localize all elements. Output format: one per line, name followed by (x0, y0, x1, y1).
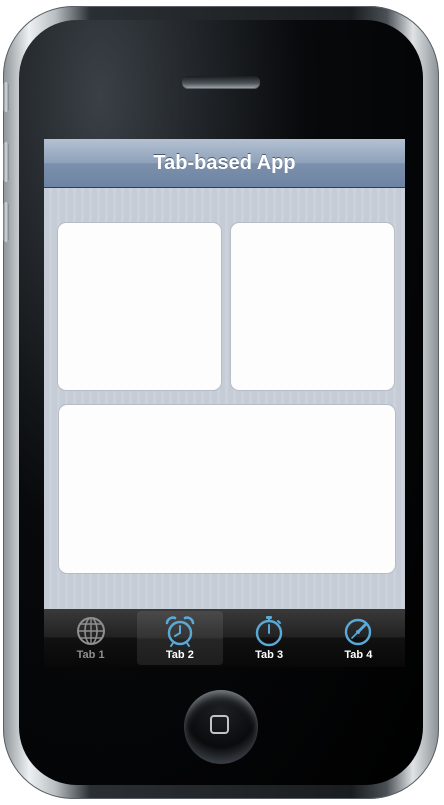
tab-bar: Tab 1 Tab 2 Tab 3 Tab 4 (44, 609, 405, 667)
nav-title: Tab-based App (153, 151, 296, 174)
earpiece-speaker (182, 76, 260, 88)
content-area (44, 188, 405, 609)
volume-down-button (3, 202, 9, 242)
tab-label: Tab 3 (255, 649, 284, 661)
panel-top-left (57, 222, 222, 391)
tab-4[interactable]: Tab 4 (316, 611, 401, 665)
navigation-bar: Tab-based App (44, 139, 405, 188)
tab-label: Tab 1 (76, 649, 105, 661)
panel-bottom-wide (58, 404, 396, 574)
panel-top-right (230, 222, 395, 391)
tab-1[interactable]: Tab 1 (48, 611, 133, 665)
tab-label: Tab 2 (165, 649, 194, 661)
tab-label: Tab 4 (344, 649, 373, 661)
timer-icon (345, 618, 372, 646)
tab-3[interactable]: Tab 3 (227, 611, 312, 665)
tab-2[interactable]: Tab 2 (137, 611, 223, 665)
home-square-icon (210, 715, 229, 734)
stopwatch-icon (255, 616, 283, 647)
home-button[interactable] (184, 690, 258, 764)
alarm-clock-icon (165, 616, 195, 647)
globe-icon (76, 617, 105, 645)
volume-up-button (3, 142, 9, 182)
mute-switch (3, 82, 9, 112)
device-screen: Tab-based App Tab 1 Tab 2 Tab 3 Tab 4 (44, 139, 405, 667)
